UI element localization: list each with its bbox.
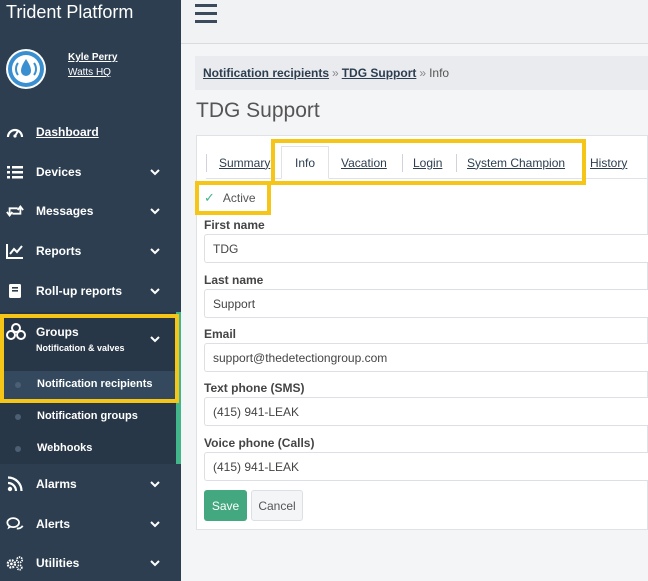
cogs-icon — [6, 554, 24, 572]
top-bar — [181, 0, 648, 44]
water-sensor-icon — [8, 51, 44, 87]
tab-divider — [206, 154, 207, 172]
tab-login[interactable]: Login — [413, 146, 442, 179]
bullet-dot — [15, 382, 21, 388]
hamburger-menu-icon[interactable] — [195, 4, 217, 23]
subnav-webhooks[interactable]: Webhooks — [0, 435, 176, 463]
tab-history[interactable]: History — [590, 146, 627, 179]
last-name-label: Last name — [204, 273, 264, 287]
tab-info[interactable]: Info — [281, 146, 329, 179]
retweet-icon — [6, 202, 24, 220]
book-icon — [6, 282, 24, 300]
active-label: Active — [222, 191, 256, 205]
tab-vacation[interactable]: Vacation — [341, 146, 387, 179]
email-input[interactable]: support@thedetectiongroup.com — [204, 343, 648, 372]
voice-phone-input[interactable]: (415) 941-LEAK — [204, 452, 648, 481]
sidebar-item-devices[interactable]: Devices — [0, 152, 181, 192]
breadcrumb: Notification recipients » TDG Support » … — [195, 56, 648, 90]
rss-icon — [6, 475, 24, 493]
sidebar-item-label: Roll-up reports — [36, 284, 122, 298]
chevron-down-icon — [150, 560, 160, 567]
sidebar-item-dashboard[interactable]: Dashboard — [0, 112, 181, 152]
chevron-down-icon — [150, 248, 160, 255]
breadcrumb-separator: » — [332, 66, 339, 80]
first-name-label: First name — [204, 218, 265, 232]
email-label: Email — [204, 327, 237, 341]
bullet-dot — [15, 414, 21, 420]
sidebar-item-label: Messages — [36, 204, 94, 218]
user-org-link[interactable]: Watts HQ — [68, 67, 111, 78]
last-name-input[interactable]: Support — [204, 289, 648, 318]
sidebar-item-label: Alarms — [36, 477, 77, 491]
tab-divider — [456, 154, 457, 172]
chevron-down-icon — [150, 481, 160, 488]
breadcrumb-link-tdg-support[interactable]: TDG Support — [342, 66, 417, 80]
sidebar-item-label: Utilities — [36, 556, 80, 570]
gauge-icon — [6, 123, 24, 141]
breadcrumb-link-recipients[interactable]: Notification recipients — [203, 66, 329, 80]
active-checkbox[interactable]: ✓ Active — [204, 187, 256, 209]
sidebar-item-rollup-reports[interactable]: Roll-up reports — [0, 271, 181, 311]
list-icon — [6, 163, 24, 181]
voice-phone-label: Voice phone (Calls) — [204, 436, 315, 450]
sidebar-item-sublabel: Notification & valves — [36, 343, 125, 353]
sidebar-item-alerts[interactable]: Alerts — [0, 504, 181, 544]
check-icon: ✓ — [204, 190, 215, 205]
bullet-dot — [15, 446, 21, 452]
sidebar-item-alarms[interactable]: Alarms — [0, 464, 181, 504]
tab-bar: Summary Info Vacation Login System Champ… — [206, 146, 648, 179]
sidebar-item-label: Groups — [36, 325, 79, 339]
subnav-notification-groups[interactable]: Notification groups — [0, 403, 176, 431]
cancel-button[interactable]: Cancel — [251, 490, 303, 521]
tab-divider — [402, 154, 403, 172]
chevron-down-icon — [150, 521, 160, 528]
first-name-input[interactable]: TDG — [204, 234, 648, 263]
sidebar-item-label: Devices — [36, 165, 82, 179]
sidebar-item-utilities[interactable]: Utilities — [0, 543, 181, 581]
chevron-down-icon — [150, 336, 160, 343]
sidebar: Trident Platform Kyle Perry Watts HQ Das… — [0, 0, 181, 581]
avatar[interactable] — [6, 49, 46, 89]
subnav-label: Notification groups — [37, 410, 138, 422]
chevron-down-icon — [150, 169, 160, 176]
sidebar-item-messages[interactable]: Messages — [0, 191, 181, 231]
sidebar-item-reports[interactable]: Reports — [0, 231, 181, 271]
user-name-link[interactable]: Kyle Perry — [68, 52, 117, 63]
chat-icon — [6, 515, 24, 533]
sidebar-item-groups[interactable]: Groups Notification & valves — [0, 318, 176, 368]
chevron-down-icon — [150, 208, 160, 215]
groups-icon — [6, 323, 26, 346]
subnav-label: Notification recipients — [37, 378, 153, 390]
tab-summary[interactable]: Summary — [219, 146, 270, 179]
save-button[interactable]: Save — [204, 490, 247, 521]
sidebar-item-label: Alerts — [36, 517, 71, 531]
chevron-down-icon — [150, 288, 160, 295]
tab-system-champion[interactable]: System Champion — [467, 146, 565, 179]
subnav-label: Webhooks — [37, 442, 93, 454]
subnav-notification-recipients[interactable]: Notification recipients — [0, 371, 176, 399]
chart-line-icon — [6, 242, 24, 260]
sidebar-item-label: Reports — [36, 244, 82, 258]
breadcrumb-separator: » — [419, 66, 427, 80]
groups-active-rail — [176, 312, 181, 464]
page-title: TDG Support — [196, 99, 320, 122]
sidebar-item-label: Dashboard — [36, 125, 99, 139]
app-title: Trident Platform — [6, 2, 134, 22]
breadcrumb-current: Info — [429, 66, 450, 80]
text-phone-input[interactable]: (415) 941-LEAK — [204, 397, 648, 426]
text-phone-label: Text phone (SMS) — [204, 381, 305, 395]
